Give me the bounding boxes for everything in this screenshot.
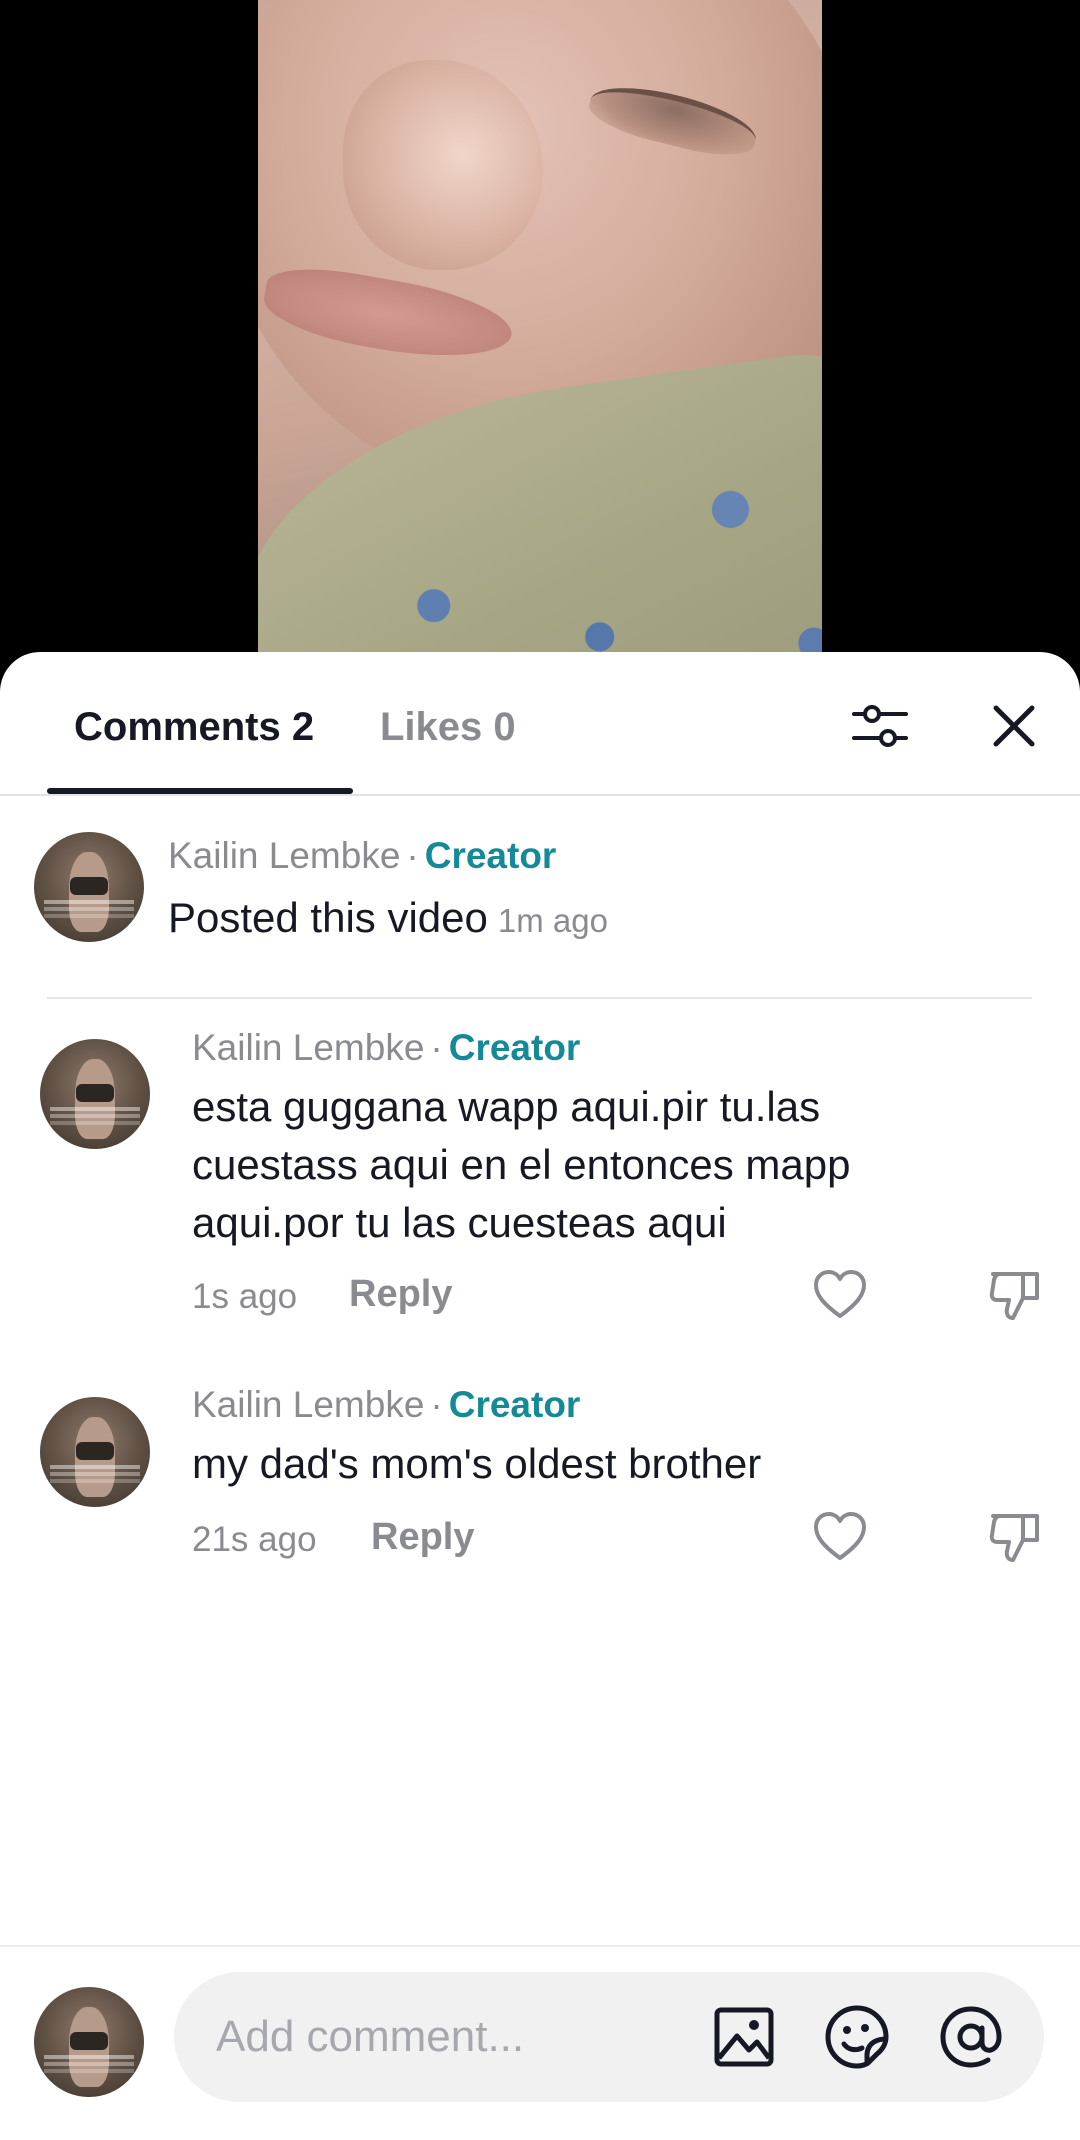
dislike-thumbs-down-icon[interactable] <box>985 1508 1045 1568</box>
creator-post-time: 1m ago <box>497 902 608 939</box>
like-heart-icon[interactable] <box>810 1266 870 1326</box>
avatar[interactable] <box>40 1397 150 1507</box>
sheet-header: Comments 2 Likes 0 <box>0 652 1080 796</box>
active-tab-indicator <box>47 788 353 794</box>
comment-time: 21s ago <box>192 1520 317 1559</box>
emoji-sticker-icon[interactable] <box>822 2002 892 2072</box>
author-name[interactable]: Kailin Lembke <box>192 1027 424 1068</box>
composer-divider <box>0 1945 1080 1947</box>
close-icon[interactable] <box>982 694 1046 758</box>
tab-comments[interactable]: Comments 2 <box>74 702 314 752</box>
creator-post-text: Posted this video <box>168 894 488 941</box>
author-name[interactable]: Kailin Lembke <box>192 1384 424 1425</box>
divider <box>47 997 1032 999</box>
reply-button[interactable]: Reply <box>371 1515 474 1559</box>
video-frame <box>258 0 822 700</box>
tab-likes[interactable]: Likes 0 <box>380 702 516 752</box>
video-preview[interactable] <box>0 0 1080 700</box>
meta-separator: · <box>430 1027 443 1068</box>
creator-badge: Creator <box>424 835 557 876</box>
comment-text: my dad's mom's oldest brother <box>192 1440 762 1487</box>
mention-at-icon[interactable] <box>936 2002 1006 2072</box>
author-name[interactable]: Kailin Lembke <box>168 835 400 876</box>
comment-input-placeholder[interactable]: Add comment... <box>216 2012 524 2062</box>
composer-avatar[interactable] <box>34 1987 144 2097</box>
filter-icon[interactable] <box>848 694 912 758</box>
avatar[interactable] <box>40 1039 150 1149</box>
comment-meta: Kailin Lembke · Creator <box>192 1026 580 1070</box>
comment-input[interactable]: Add comment... <box>174 1972 1044 2102</box>
creator-badge: Creator <box>448 1027 581 1068</box>
meta-separator: · <box>430 1384 443 1425</box>
avatar[interactable] <box>34 832 144 942</box>
comment-text: esta guggana wapp aqui.pir tu.las cuesta… <box>192 1083 851 1246</box>
creator-post-meta: Kailin Lembke · Creator <box>168 834 556 878</box>
like-heart-icon[interactable] <box>810 1508 870 1568</box>
creator-badge: Creator <box>448 1384 581 1425</box>
comment-time: 1s ago <box>192 1277 298 1316</box>
comments-sheet: Comments 2 Likes 0 Kailin Lembke · Creator… <box>0 652 1080 2140</box>
creator-post-line: Posted this video 1m ago <box>168 892 608 947</box>
reply-button[interactable]: Reply <box>349 1272 452 1316</box>
meta-separator: · <box>406 835 419 876</box>
comment-meta: Kailin Lembke · Creator <box>192 1383 580 1427</box>
image-icon[interactable] <box>709 2002 779 2072</box>
dislike-thumbs-down-icon[interactable] <box>985 1266 1045 1326</box>
